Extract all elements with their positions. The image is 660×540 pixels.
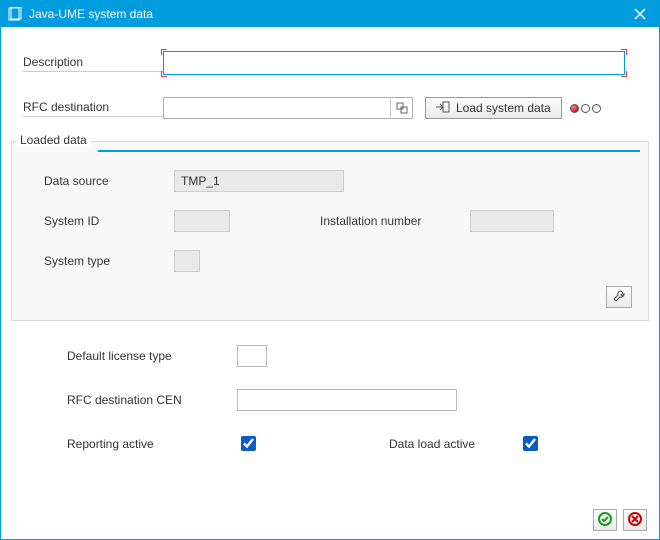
rfc-cen-label: RFC destination CEN (67, 393, 237, 407)
check-icon (598, 512, 612, 529)
wrench-icon (612, 289, 626, 306)
loaded-data-groupbox: Loaded data Data source TMP_1 System ID … (11, 141, 649, 321)
load-system-data-button[interactable]: Load system data (425, 97, 562, 119)
description-input[interactable] (163, 51, 625, 75)
dialog-body: Description RFC destination Load system … (1, 27, 659, 539)
description-input-wrap (163, 51, 625, 75)
rfc-dest-field (163, 97, 413, 119)
status-light-red (570, 104, 579, 113)
cancel-button[interactable] (623, 509, 647, 531)
system-type-label: System type (44, 254, 174, 268)
load-button-label: Load system data (456, 101, 551, 115)
reporting-active-checkbox[interactable] (241, 436, 256, 451)
installation-number-label: Installation number (320, 214, 470, 228)
cancel-icon (628, 512, 642, 529)
bottom-area: Default license type RFC destination CEN… (67, 345, 649, 454)
installation-number-field (470, 210, 554, 232)
default-license-input[interactable] (237, 345, 267, 367)
dialog-window: Java-UME system data Description RFC des… (0, 0, 660, 540)
status-light-off-1 (581, 104, 590, 113)
system-id-field (174, 210, 230, 232)
window-icon (7, 6, 23, 22)
window-title: Java-UME system data (29, 7, 627, 21)
groupbox-title: Loaded data (16, 133, 91, 147)
settings-button[interactable] (606, 286, 632, 308)
groupbox-rule (98, 150, 640, 152)
description-label: Description (23, 55, 163, 72)
dataload-active-label: Data load active (389, 437, 519, 451)
system-type-field (174, 250, 200, 272)
import-icon (436, 101, 450, 116)
titlebar: Java-UME system data (1, 1, 659, 27)
reporting-active-label: Reporting active (67, 437, 237, 451)
close-icon[interactable] (627, 1, 653, 27)
data-source-label: Data source (44, 174, 174, 188)
value-help-icon[interactable] (390, 98, 412, 118)
data-source-field: TMP_1 (174, 170, 344, 192)
default-license-label: Default license type (67, 349, 237, 363)
system-id-label: System ID (44, 214, 174, 228)
status-lights (570, 104, 601, 113)
rfc-dest-input[interactable] (164, 98, 390, 118)
rfc-dest-label: RFC destination (23, 100, 163, 117)
dataload-active-checkbox[interactable] (523, 436, 538, 451)
status-light-off-2 (592, 104, 601, 113)
ok-button[interactable] (593, 509, 617, 531)
dialog-footer (593, 509, 647, 531)
rfc-cen-input[interactable] (237, 389, 457, 411)
